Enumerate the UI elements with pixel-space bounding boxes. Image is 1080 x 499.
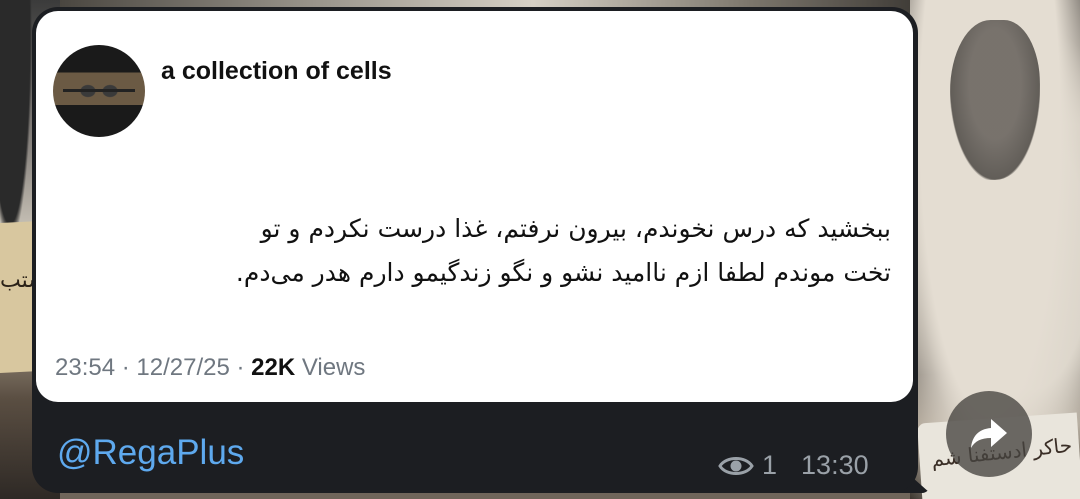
message-time: 13:30 — [801, 450, 869, 480]
channel-mention-link[interactable]: @RegaPlus — [57, 433, 244, 473]
avatar — [53, 45, 145, 137]
tweet-text: ببخشید که درس نخوندم، بیرون نرفتم، غذا د… — [235, 214, 891, 287]
meta-separator: · — [115, 354, 137, 381]
message-footer-meta: 1 13:30 — [718, 450, 869, 481]
tweet-author-name: a collection of cells — [161, 57, 392, 85]
tweet-views-label: Views — [301, 354, 366, 381]
tweet-views-count: 22K — [251, 354, 296, 381]
eye-icon — [718, 456, 754, 475]
forward-arrow-icon — [971, 419, 1007, 448]
avatar-detail — [63, 89, 135, 92]
message-views-count: 1 — [762, 450, 778, 480]
tweet-date: 12/27/25 — [136, 354, 230, 381]
tweet-meta: 23:54 · 12/27/25 · 22K Views — [55, 354, 365, 382]
meta-separator: · — [229, 354, 252, 381]
wallpaper-hand-shadow — [950, 20, 1040, 180]
forward-button[interactable] — [946, 391, 1032, 477]
tweet-screenshot-image[interactable]: a collection of cells ببخشید که درس نخون… — [36, 11, 913, 402]
tweet-time: 23:54 — [55, 354, 116, 381]
